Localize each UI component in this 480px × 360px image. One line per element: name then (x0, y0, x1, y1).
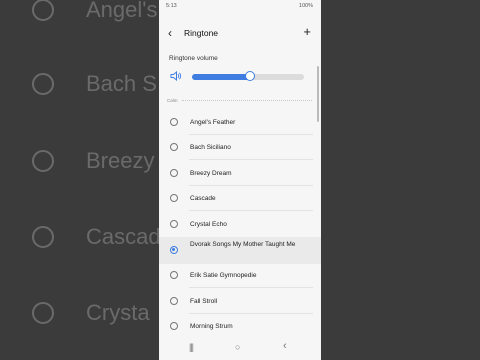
bg-row: Cascad (32, 217, 161, 257)
ringtone-label: Fall Stroll (190, 298, 218, 305)
app-header: ‹ Ringtone + (159, 20, 321, 46)
ringtone-label: Dvorak Songs My Mother Taught Me (190, 241, 296, 248)
nav-back-icon[interactable]: ‹ (283, 340, 287, 352)
bg-radio (32, 302, 54, 324)
radio-button[interactable] (170, 194, 178, 202)
radio-button[interactable] (170, 271, 178, 279)
ringtone-label: Breezy Dream (190, 170, 232, 177)
bg-row: Angel's (32, 0, 157, 30)
status-time: 5:13 (166, 3, 177, 9)
bg-label: Bach S (86, 71, 157, 96)
radio-button[interactable] (170, 297, 178, 305)
ringtone-label: Angel's Feather (190, 119, 236, 126)
radio-button[interactable] (170, 246, 178, 254)
ringtone-item[interactable]: Dvorak Songs My Mother Taught Me (159, 237, 321, 264)
ringtone-label: Bach Siciliano (190, 144, 231, 151)
bg-radio (32, 150, 54, 172)
radio-button[interactable] (170, 143, 178, 151)
add-icon[interactable]: + (303, 24, 311, 39)
bg-row: Breezy (32, 141, 154, 181)
ringtone-item[interactable]: Erik Satie Gymnopedie (159, 263, 321, 288)
volume-label: Ringtone volume (169, 55, 218, 62)
radio-button[interactable] (170, 322, 178, 330)
radio-button[interactable] (170, 169, 178, 177)
ringtone-label: Cascade (190, 195, 216, 202)
radio-button[interactable] (170, 118, 178, 126)
bg-radio (32, 226, 54, 248)
bg-label: Angel's (86, 0, 158, 22)
phone-screen: 5:13 100% ‹ Ringtone + Ringtone volume C… (159, 0, 321, 360)
status-bar: 5:13 100% (159, 0, 321, 14)
bg-label: Breezy (86, 148, 155, 173)
section-label: Calm (167, 98, 178, 103)
list-divider (189, 159, 313, 160)
ringtone-item[interactable]: Cascade (159, 186, 321, 211)
page-title: Ringtone (184, 28, 219, 38)
back-icon[interactable]: ‹ (168, 26, 172, 40)
ringtone-item[interactable]: Fall Stroll (159, 289, 321, 314)
volume-thumb[interactable] (245, 71, 256, 81)
home-icon[interactable]: ○ (235, 342, 240, 352)
recents-icon[interactable]: ||| (189, 342, 194, 352)
bg-radio (32, 73, 54, 95)
volume-slider[interactable] (192, 71, 304, 81)
ringtone-item[interactable]: Crystal Echo (159, 212, 321, 237)
ringtone-item[interactable]: Breezy Dream (159, 161, 321, 186)
list-divider (189, 287, 313, 288)
bg-radio (32, 0, 54, 21)
bg-label: Crysta (86, 300, 150, 325)
bg-row: Bach S (32, 64, 157, 104)
ringtone-item[interactable]: Morning Strum (159, 314, 321, 339)
ringtone-label: Crystal Echo (190, 221, 227, 228)
volume-fill (192, 74, 251, 80)
ringtone-label: Morning Strum (190, 323, 233, 330)
navigation-bar: ||| ○ ‹ (159, 338, 321, 360)
ringtone-label: Erik Satie Gymnopedie (190, 272, 257, 279)
list-divider (189, 210, 313, 211)
battery-level: 100% (298, 3, 313, 9)
section-divider (182, 100, 312, 101)
ringtone-item[interactable]: Angel's Feather (159, 110, 321, 135)
ringtone-item[interactable]: Bach Siciliano (159, 135, 321, 160)
speaker-icon (170, 71, 182, 81)
bg-row: Crysta (32, 293, 150, 333)
bg-label: Cascad (86, 224, 161, 249)
radio-button[interactable] (170, 220, 178, 228)
